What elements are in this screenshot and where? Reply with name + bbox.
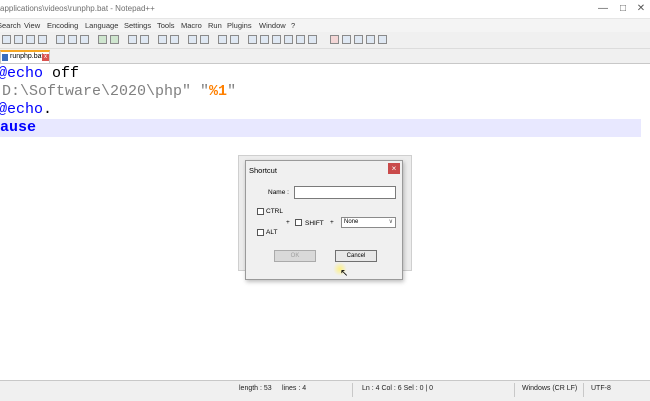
code-keyword: @echo — [0, 101, 44, 118]
word-wrap-icon[interactable] — [218, 35, 227, 44]
save-macro-icon[interactable] — [378, 35, 387, 44]
status-length: length : 53 — [239, 385, 272, 392]
name-input[interactable] — [294, 186, 396, 199]
save-icon[interactable] — [26, 35, 35, 44]
name-label: Name : — [268, 189, 289, 196]
tab-runphp[interactable]: runphp.bat x — [0, 50, 50, 63]
replace-icon[interactable] — [140, 35, 149, 44]
menu-window[interactable]: Window — [259, 21, 286, 30]
close-icon[interactable]: ✕ — [632, 0, 650, 18]
code-string-end: " — [227, 83, 237, 100]
zoom-in-icon[interactable] — [158, 35, 167, 44]
new-file-icon[interactable] — [2, 35, 11, 44]
folder-workspace-icon[interactable] — [296, 35, 305, 44]
menu-bar: Search View Encoding Language Settings T… — [0, 19, 650, 32]
save-all-icon[interactable] — [38, 35, 47, 44]
menu-view[interactable]: View — [24, 21, 40, 30]
plus-sign: + — [330, 219, 334, 226]
doc-map-icon[interactable] — [272, 35, 281, 44]
key-select-value: None — [344, 219, 359, 225]
menu-search[interactable]: Search — [0, 21, 21, 30]
alt-checkbox[interactable] — [257, 229, 264, 236]
redo-icon[interactable] — [110, 35, 119, 44]
ctrl-label: CTRL — [266, 208, 283, 215]
code-text: . — [43, 101, 53, 118]
mouse-pointer-icon: ↖ — [340, 268, 349, 279]
maximize-icon[interactable]: □ — [614, 0, 632, 18]
code-text: off — [43, 65, 80, 82]
zoom-out-icon[interactable] — [170, 35, 179, 44]
record-macro-icon[interactable] — [330, 35, 339, 44]
menu-plugins[interactable]: Plugins — [227, 21, 252, 30]
alt-label: ALT — [266, 229, 278, 236]
tab-bar: runphp.bat x — [0, 49, 650, 64]
indent-guide-icon[interactable] — [248, 35, 257, 44]
code-param: %1 — [209, 83, 228, 100]
status-position: Ln : 4 Col : 6 Sel : 0 | 0 — [362, 385, 434, 392]
shift-label: SHIFT — [305, 220, 324, 227]
menu-help[interactable]: ? — [291, 21, 295, 30]
tab-close-icon[interactable]: x — [42, 54, 49, 61]
menu-language[interactable]: Language — [85, 21, 118, 30]
cancel-button[interactable]: Cancel — [335, 250, 377, 262]
open-file-icon[interactable] — [14, 35, 23, 44]
tab-label: runphp.bat — [10, 53, 44, 60]
code-line-2: "D:\Software\2020\php" "%1" — [0, 83, 643, 101]
plus-sign: + — [286, 219, 290, 226]
file-icon — [2, 54, 8, 61]
code-string: "D:\Software\2020\php" " — [0, 83, 210, 100]
ctrl-checkbox[interactable] — [257, 208, 264, 215]
lang-icon[interactable] — [260, 35, 269, 44]
sync-v-icon[interactable] — [188, 35, 197, 44]
status-divider — [583, 383, 584, 397]
play-macro-icon[interactable] — [354, 35, 363, 44]
ok-button[interactable]: OK — [274, 250, 316, 262]
sync-h-icon[interactable] — [200, 35, 209, 44]
chevron-down-icon: ∨ — [388, 219, 393, 225]
status-encoding: UTF-8 — [591, 385, 611, 392]
dialog-close-icon[interactable]: × — [388, 163, 400, 174]
code-keyword: pause — [0, 119, 37, 136]
copy-icon[interactable] — [68, 35, 77, 44]
menu-macro[interactable]: Macro — [181, 21, 202, 30]
status-lines: lines : 4 — [282, 385, 307, 392]
menu-encoding[interactable]: Encoding — [47, 21, 78, 30]
find-icon[interactable] — [128, 35, 137, 44]
toolbar — [0, 32, 650, 49]
menu-run[interactable]: Run — [208, 21, 222, 30]
run-macro-multiple-icon[interactable] — [366, 35, 375, 44]
shift-checkbox[interactable] — [295, 219, 302, 226]
undo-icon[interactable] — [98, 35, 107, 44]
code-line-3: @echo. — [0, 101, 648, 119]
paste-icon[interactable] — [80, 35, 89, 44]
minimize-icon[interactable]: — — [594, 0, 612, 18]
dialog-title: Shortcut — [249, 166, 277, 175]
window-title: applications\videos\runphp.bat - Notepad… — [0, 4, 155, 13]
status-divider — [352, 383, 353, 397]
title-bar: applications\videos\runphp.bat - Notepad… — [0, 0, 650, 19]
all-chars-icon[interactable] — [230, 35, 239, 44]
menu-tools[interactable]: Tools — [157, 21, 175, 30]
status-divider — [514, 383, 515, 397]
code-line-4: pause — [0, 119, 641, 137]
cut-icon[interactable] — [56, 35, 65, 44]
menu-settings[interactable]: Settings — [124, 21, 151, 30]
monitor-icon[interactable] — [308, 35, 317, 44]
function-list-icon[interactable] — [284, 35, 293, 44]
key-select[interactable]: None ∨ — [341, 217, 396, 228]
stop-record-icon[interactable] — [342, 35, 351, 44]
code-line-1: @echo off — [0, 65, 648, 83]
shortcut-dialog: Shortcut × Name : CTRL + SHIFT + None ∨ … — [245, 160, 403, 280]
code-keyword: @echo — [0, 65, 44, 82]
status-eol: Windows (CR LF) — [522, 385, 578, 392]
status-bar: length : 53 lines : 4 Ln : 4 Col : 6 Sel… — [0, 380, 650, 401]
